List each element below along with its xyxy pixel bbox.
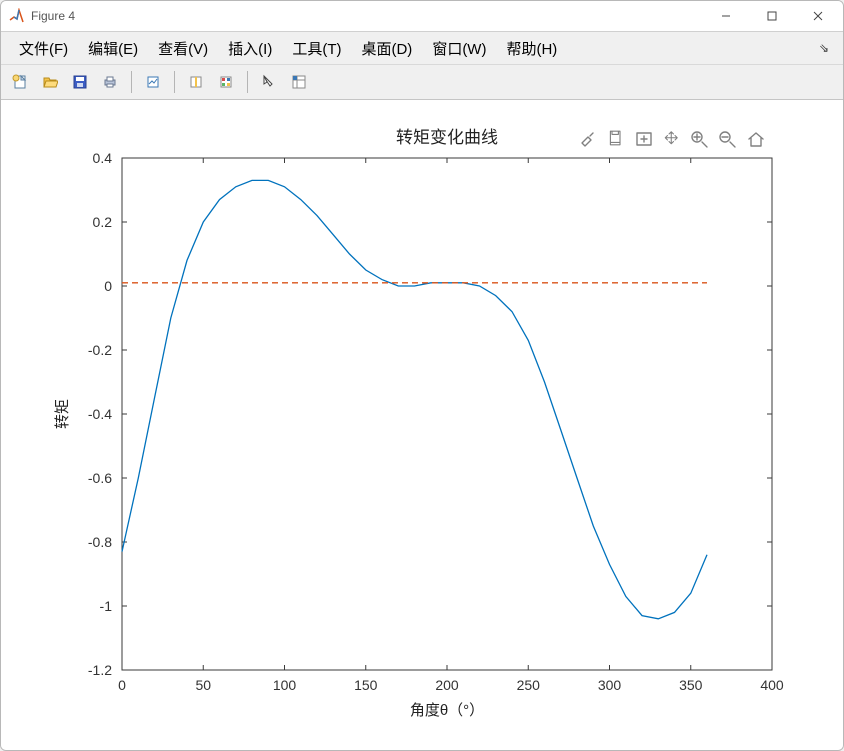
svg-text:200: 200 [435, 677, 459, 693]
open-button[interactable] [37, 69, 63, 95]
chart-title: 转矩变化曲线 [396, 128, 498, 147]
brush-icon[interactable] [576, 128, 602, 150]
menu-edit[interactable]: 编辑(E) [78, 35, 148, 62]
svg-text:-1.2: -1.2 [88, 662, 112, 678]
menu-bar: 文件(F) 编辑(E) 查看(V) 插入(I) 工具(T) 桌面(D) 窗口(W… [1, 32, 843, 65]
svg-text:250: 250 [517, 677, 541, 693]
svg-text:0.4: 0.4 [93, 150, 113, 166]
svg-text:300: 300 [598, 677, 622, 693]
svg-text:0: 0 [104, 278, 112, 294]
svg-text:150: 150 [354, 677, 378, 693]
menu-insert[interactable]: 插入(I) [218, 35, 282, 62]
matlab-icon [9, 8, 25, 24]
svg-text:350: 350 [679, 677, 703, 693]
minimize-button[interactable] [703, 1, 749, 31]
figure-toolbar [1, 65, 843, 100]
menu-tools[interactable]: 工具(T) [282, 35, 351, 62]
zoom-out-icon[interactable] [716, 128, 742, 150]
x-axis-label: 角度θ（°） [410, 702, 484, 719]
maximize-button[interactable] [749, 1, 795, 31]
axes[interactable]: 0 50 100 150 200 250 300 350 400 -1.2 -1 -0.8 -0.6 -0… [12, 110, 832, 740]
svg-text:50: 50 [195, 677, 211, 693]
svg-text:400: 400 [760, 677, 784, 693]
close-button[interactable] [795, 1, 841, 31]
svg-text:-0.8: -0.8 [88, 534, 112, 550]
y-axis-label: 转矩 [54, 399, 71, 429]
new-figure-button[interactable] [7, 69, 33, 95]
figure-window: Figure 4 文件(F) 编辑(E) 查看(V) 插入(I) 工具(T) 桌… [0, 0, 844, 751]
svg-text:-1: -1 [100, 598, 113, 614]
window-title: Figure 4 [31, 9, 75, 23]
edit-plot-button[interactable] [256, 69, 282, 95]
svg-text:100: 100 [273, 677, 297, 693]
link-plot-button[interactable] [183, 69, 209, 95]
insert-colorbar-button[interactable] [213, 69, 239, 95]
figure-canvas: 0 50 100 150 200 250 300 350 400 -1.2 -1 -0.8 -0.6 -0… [1, 100, 843, 750]
svg-text:-0.6: -0.6 [88, 470, 112, 486]
print-button[interactable] [97, 69, 123, 95]
menu-file[interactable]: 文件(F) [9, 35, 78, 62]
svg-text:-0.4: -0.4 [88, 406, 112, 422]
menu-help[interactable]: 帮助(H) [496, 35, 567, 62]
print-preview-button[interactable] [140, 69, 166, 95]
zoom-in-icon[interactable] [688, 128, 714, 150]
svg-text:-0.2: -0.2 [88, 342, 112, 358]
menu-overflow-icon[interactable]: ⇘ [819, 41, 835, 55]
pan-constrained-icon[interactable] [632, 128, 658, 150]
menu-view[interactable]: 查看(V) [148, 35, 218, 62]
svg-text:0: 0 [118, 677, 126, 693]
save-button[interactable] [67, 69, 93, 95]
save-axes-icon[interactable] [604, 128, 630, 150]
pan-icon[interactable] [660, 128, 686, 150]
svg-text:0.2: 0.2 [93, 214, 113, 230]
menu-window[interactable]: 窗口(W) [422, 35, 496, 62]
title-bar: Figure 4 [1, 1, 843, 32]
home-icon[interactable] [744, 128, 770, 150]
menu-desktop[interactable]: 桌面(D) [351, 35, 422, 62]
open-property-inspector-button[interactable] [286, 69, 312, 95]
